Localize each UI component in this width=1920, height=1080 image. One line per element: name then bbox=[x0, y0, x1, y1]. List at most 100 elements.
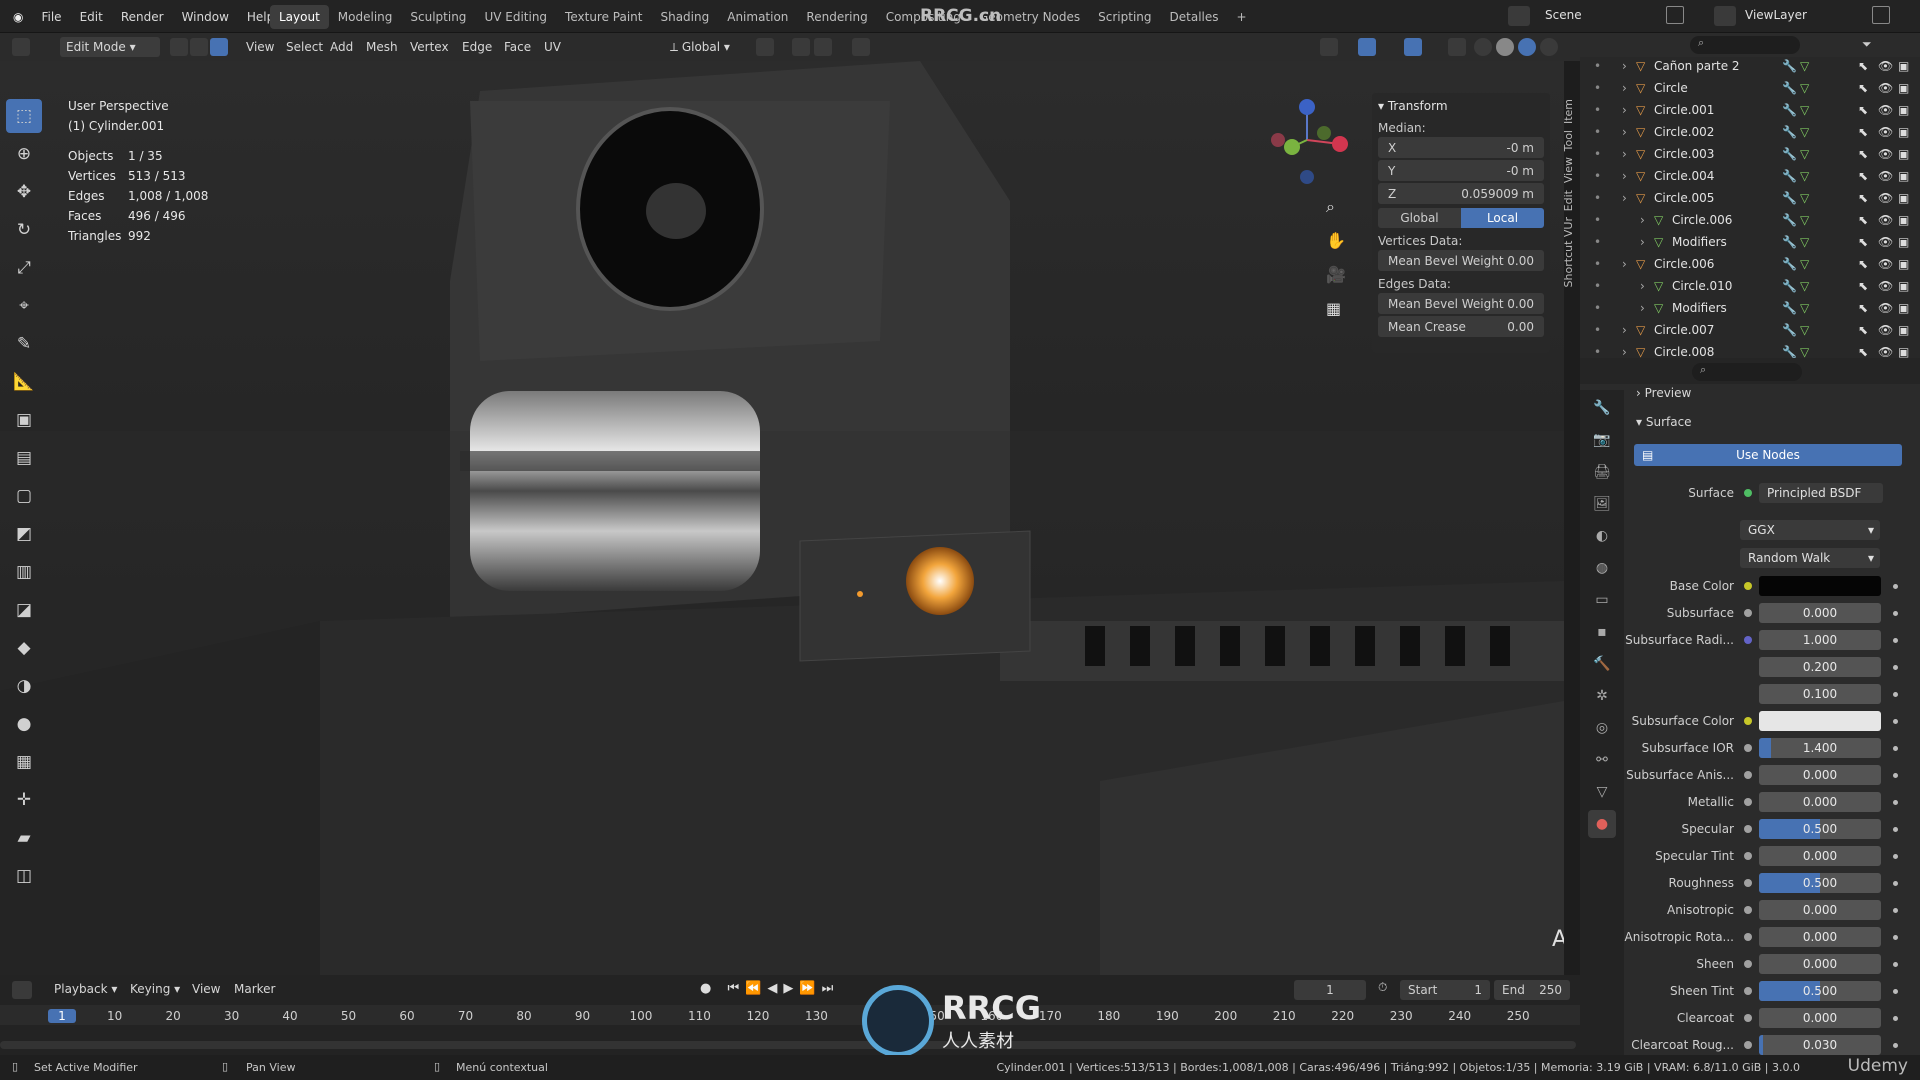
render-camera-icon[interactable]: ▣ bbox=[1898, 257, 1909, 271]
snap-target-icon[interactable] bbox=[814, 38, 832, 56]
gizmo-neg-z-icon[interactable] bbox=[1300, 170, 1314, 184]
eye-toggle-icon[interactable]: • bbox=[1594, 279, 1604, 293]
vertex-select-icon[interactable] bbox=[170, 38, 188, 56]
eye-toggle-icon[interactable]: • bbox=[1594, 191, 1604, 205]
material-shading-icon[interactable] bbox=[1518, 38, 1536, 56]
preview-panel-header[interactable]: › Preview bbox=[1636, 386, 1691, 400]
marker-menu[interactable]: Marker bbox=[228, 979, 281, 999]
tab-layout[interactable]: Layout bbox=[270, 4, 329, 29]
tab-view[interactable]: View bbox=[1562, 157, 1575, 183]
tab-uv-editing[interactable]: UV Editing bbox=[475, 5, 556, 29]
outliner-row[interactable]: • › ▽ Circle.004 🔧 ▽ ⬉ 👁 ▣ bbox=[1580, 165, 1920, 187]
data-tab-icon[interactable]: ▽ bbox=[1588, 778, 1616, 806]
outliner-row[interactable]: • › ▽ Circle 🔧 ▽ ⬉ 👁 ▣ bbox=[1580, 77, 1920, 99]
outliner-row[interactable]: • › ▽ Circle.002 🔧 ▽ ⬉ 👁 ▣ bbox=[1580, 121, 1920, 143]
edge-bevel-field[interactable]: Mean Bevel Weight 0.00 bbox=[1378, 293, 1544, 314]
add-cube-icon[interactable]: ▣ bbox=[6, 403, 42, 437]
snap-icon[interactable] bbox=[792, 38, 810, 56]
menu-select[interactable]: Select bbox=[280, 37, 329, 57]
properties-search-input[interactable]: ⌕ bbox=[1692, 363, 1802, 381]
play-icon[interactable]: ▶ bbox=[783, 981, 799, 996]
keying-menu[interactable]: Keying ▾ bbox=[124, 979, 186, 999]
tab-sculpting[interactable]: Sculpting bbox=[401, 5, 475, 29]
mode-dropdown[interactable]: Edit Mode ▾ bbox=[60, 37, 160, 57]
keyframe-dot-icon[interactable] bbox=[1893, 664, 1898, 670]
visibility-icon[interactable] bbox=[1320, 38, 1338, 56]
viewlayer-copy-icon[interactable] bbox=[1872, 6, 1890, 24]
eye-toggle-icon[interactable]: • bbox=[1594, 301, 1604, 315]
render-camera-icon[interactable]: ▣ bbox=[1898, 191, 1909, 205]
socket-icon[interactable] bbox=[1744, 852, 1752, 860]
eye-toggle-icon[interactable]: • bbox=[1594, 59, 1604, 73]
eye-toggle-icon[interactable]: • bbox=[1594, 323, 1604, 337]
menu-edge[interactable]: Edge bbox=[456, 37, 498, 57]
visibility-eye-icon[interactable]: 👁 bbox=[1878, 257, 1893, 271]
playback-menu[interactable]: Playback ▾ bbox=[48, 979, 123, 999]
bevel-icon[interactable]: ◩ bbox=[6, 517, 42, 551]
keyframe-dot-icon[interactable] bbox=[1893, 988, 1898, 994]
surface-panel-header[interactable]: ▾ Surface bbox=[1636, 415, 1692, 429]
cursor-icon[interactable]: ⊕ bbox=[6, 137, 42, 171]
render-camera-icon[interactable]: ▣ bbox=[1898, 235, 1909, 249]
menu-vertex[interactable]: Vertex bbox=[404, 37, 455, 57]
keyframe-dot-icon[interactable] bbox=[1893, 1015, 1898, 1021]
tool-tab-icon[interactable]: 🔧 bbox=[1588, 394, 1616, 422]
local-toggle[interactable]: Local bbox=[1461, 208, 1544, 228]
eye-toggle-icon[interactable]: • bbox=[1594, 257, 1604, 271]
distribution-dropdown[interactable]: GGX ▾ bbox=[1740, 520, 1880, 540]
select-toggle-icon[interactable]: ⬉ bbox=[1858, 147, 1868, 161]
visibility-eye-icon[interactable]: 👁 bbox=[1878, 279, 1893, 293]
select-toggle-icon[interactable]: ⬉ bbox=[1858, 213, 1868, 227]
measure-icon[interactable]: 📐 bbox=[6, 365, 42, 399]
subsurface-method-dropdown[interactable]: Random Walk ▾ bbox=[1740, 548, 1880, 568]
tab-rendering[interactable]: Rendering bbox=[797, 5, 876, 29]
visibility-eye-icon[interactable]: 👁 bbox=[1878, 125, 1893, 139]
overlay-icon[interactable] bbox=[1404, 38, 1422, 56]
keyframe-dot-icon[interactable] bbox=[1893, 691, 1898, 697]
timeline-view-menu[interactable]: View bbox=[186, 979, 226, 999]
clock-icon[interactable]: ⏱ bbox=[1378, 980, 1387, 995]
tab-tool[interactable]: Tool bbox=[1562, 130, 1575, 151]
collection-tab-icon[interactable]: ▭ bbox=[1588, 586, 1616, 614]
expand-arrow-icon[interactable]: › bbox=[1622, 81, 1636, 95]
gizmo-y-icon[interactable] bbox=[1284, 139, 1300, 155]
outliner-row[interactable]: • › ▽ Cañon parte 2 🔧 ▽ ⬉ 👁 ▣ bbox=[1580, 55, 1920, 77]
edge-slide-icon[interactable]: ▦ bbox=[6, 745, 42, 779]
render-tab-icon[interactable]: 📷 bbox=[1588, 426, 1616, 454]
poly-build-icon[interactable]: ◆ bbox=[6, 631, 42, 665]
outliner-row[interactable]: • › ▽ Circle.005 🔧 ▽ ⬉ 👁 ▣ bbox=[1580, 187, 1920, 209]
jump-end-icon[interactable]: ⏭ bbox=[822, 981, 840, 996]
menu-edit[interactable]: Edit bbox=[71, 10, 112, 24]
solid-shading-icon[interactable] bbox=[1496, 38, 1514, 56]
expand-arrow-icon[interactable]: › bbox=[1622, 323, 1636, 337]
socket-icon[interactable] bbox=[1744, 609, 1752, 617]
keyframe-dot-icon[interactable] bbox=[1893, 772, 1898, 778]
median-z-field[interactable]: Z 0.059009 m bbox=[1378, 183, 1544, 204]
socket-icon[interactable] bbox=[1744, 1014, 1752, 1022]
loop-cut-icon[interactable]: ▥ bbox=[6, 555, 42, 589]
select-box-icon[interactable]: ⬚ bbox=[6, 99, 42, 133]
menu-file[interactable]: File bbox=[32, 10, 70, 24]
render-camera-icon[interactable]: ▣ bbox=[1898, 59, 1909, 73]
shear-icon[interactable]: ▰ bbox=[6, 821, 42, 855]
property-value-field[interactable]: 0.030 bbox=[1759, 1035, 1881, 1055]
tab-modeling[interactable]: Modeling bbox=[329, 5, 402, 29]
viewlayer-name[interactable]: ViewLayer bbox=[1745, 8, 1807, 22]
navigation-gizmo[interactable] bbox=[1262, 95, 1352, 195]
outliner-row[interactable]: • › ▽ Modifiers 🔧 ▽ ⬉ 👁 ▣ bbox=[1580, 297, 1920, 319]
next-key-icon[interactable]: ⏩ bbox=[799, 981, 821, 996]
shrink-fatten-icon[interactable]: ✛ bbox=[6, 783, 42, 817]
socket-icon[interactable] bbox=[1744, 960, 1752, 968]
rendered-shading-icon[interactable] bbox=[1540, 38, 1558, 56]
render-camera-icon[interactable]: ▣ bbox=[1898, 147, 1909, 161]
keyframe-dot-icon[interactable] bbox=[1893, 934, 1898, 940]
keyframe-dot-icon[interactable] bbox=[1893, 853, 1898, 859]
pivot-icon[interactable] bbox=[756, 38, 774, 56]
prev-key-icon[interactable]: ⏪ bbox=[745, 981, 767, 996]
select-toggle-icon[interactable]: ⬉ bbox=[1858, 323, 1868, 337]
gizmo-x-icon[interactable] bbox=[1332, 136, 1348, 152]
timeline-scrollbar[interactable] bbox=[0, 1041, 1576, 1049]
visibility-eye-icon[interactable]: 👁 bbox=[1878, 169, 1893, 183]
median-y-field[interactable]: Y -0 m bbox=[1378, 160, 1544, 181]
object-tab-icon[interactable]: ▪ bbox=[1588, 618, 1616, 646]
